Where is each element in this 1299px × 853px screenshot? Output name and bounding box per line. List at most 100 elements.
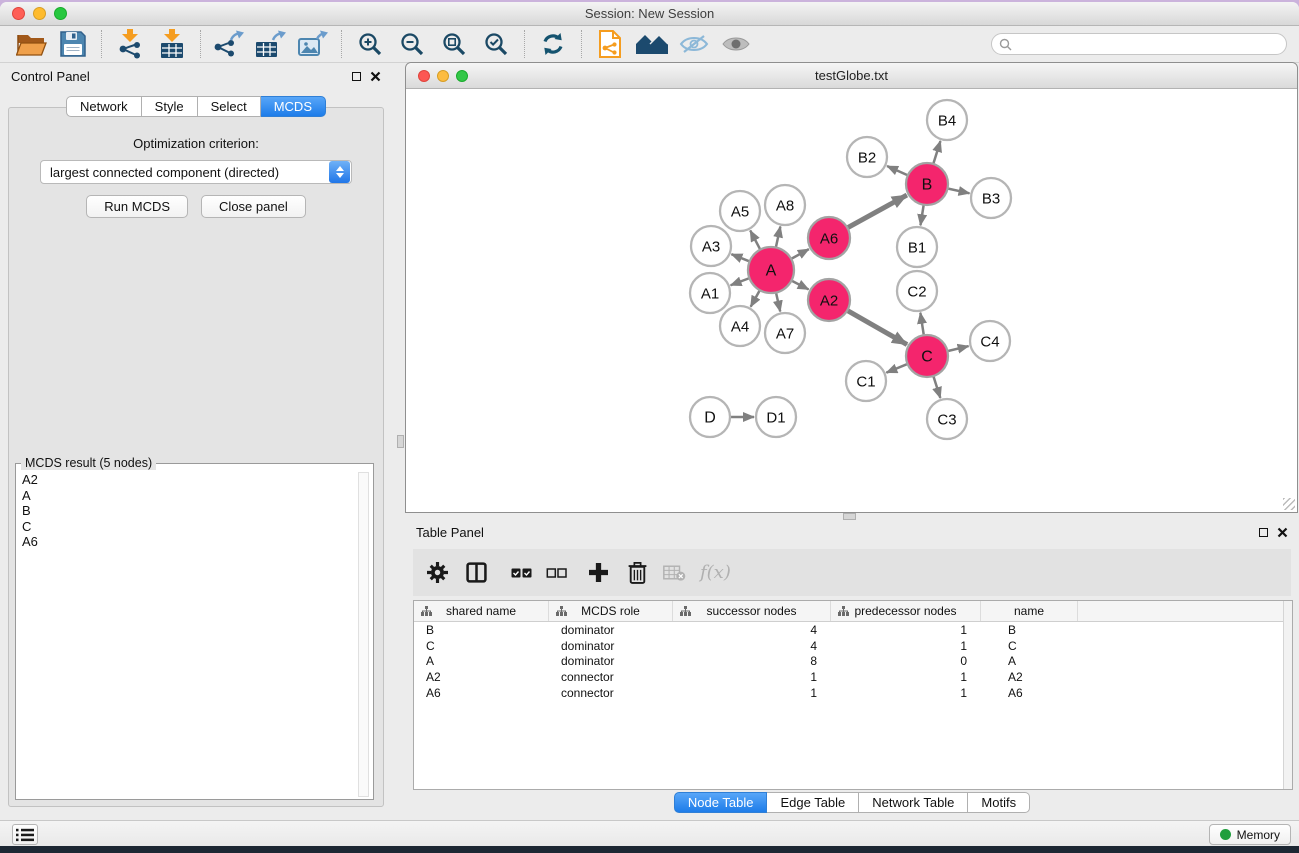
graph-edge-B-B1[interactable] [920,204,923,226]
table-settings-button[interactable] [427,562,448,583]
mcds-result-item[interactable]: A [17,488,357,504]
table-scrollbar[interactable] [1283,601,1292,789]
function-builder-button[interactable]: f(x) [700,562,731,583]
save-session-button[interactable] [52,28,94,60]
task-history-button[interactable] [12,824,38,845]
export-network-button[interactable] [208,28,250,60]
network-document-button[interactable] [589,28,631,60]
window-resize-grip[interactable] [1283,498,1295,510]
column-header-MCDS-role[interactable]: MCDS role [549,601,673,621]
delete-column-button[interactable] [628,561,647,584]
graph-edge-A-A8[interactable] [776,227,781,249]
graph-edge-A-A7[interactable] [776,291,780,311]
export-image-button[interactable] [292,28,334,60]
import-table-button[interactable] [151,28,193,60]
zoom-selected-button[interactable] [475,28,517,60]
tab-motifs[interactable]: Motifs [968,792,1030,813]
hide-graphics-details-button[interactable] [673,28,715,60]
graph-edge-C-C1[interactable] [886,364,908,373]
close-window-button[interactable] [12,7,25,20]
optimization-criterion-dropdown[interactable]: largest connected component (directed) [40,160,352,184]
tab-network-table[interactable]: Network Table [859,792,968,813]
zoom-fit-button[interactable] [433,28,475,60]
graph-edge-C-C3[interactable] [933,375,940,398]
close-view-button[interactable] [418,70,430,82]
zoom-view-button[interactable] [456,70,468,82]
show-columns-button[interactable] [466,562,487,583]
graph-edge-A6-B[interactable] [847,195,907,228]
zoom-selected-icon [483,31,509,57]
float-panel-icon[interactable] [1259,528,1268,537]
mcds-list-scrollbar[interactable] [358,472,369,797]
search-box[interactable] [991,33,1287,55]
graph-edge-B-B2[interactable] [887,166,909,176]
tab-network[interactable]: Network [66,96,142,117]
network-window-traffic-lights [418,70,468,82]
unselect-all-columns-button[interactable] [546,567,567,579]
close-panel-icon[interactable] [370,71,381,82]
graph-edge-A-A6[interactable] [790,249,809,259]
close-panel-icon[interactable] [1277,527,1288,538]
float-panel-icon[interactable] [352,72,361,81]
control-panel: Control Panel NetworkStyleSelectMCDS Opt… [0,62,392,809]
export-table-button[interactable] [250,28,292,60]
search-input[interactable] [1017,37,1279,51]
import-network-button[interactable] [109,28,151,60]
tab-edge-table[interactable]: Edge Table [767,792,859,813]
zoom-in-button[interactable] [349,28,391,60]
split-divider-grip[interactable] [397,435,404,448]
tab-style[interactable]: Style [142,96,198,117]
select-all-columns-button[interactable] [511,567,532,579]
desktop-edge [0,846,1299,853]
graph-edge-B-B4[interactable] [933,141,940,165]
refresh-button[interactable] [532,28,574,60]
graph-edge-A-A2[interactable] [791,280,809,289]
column-header-successor-nodes[interactable]: successor nodes [673,601,831,621]
mcds-result-item[interactable]: A6 [17,534,357,550]
zoom-out-button[interactable] [391,28,433,60]
minimize-window-button[interactable] [33,7,46,20]
graph-edge-A2-C[interactable] [846,310,907,345]
graph-edge-A-A1[interactable] [731,278,751,285]
table-row[interactable]: Bdominator41B [414,622,1292,638]
home-button[interactable] [631,28,673,60]
column-header-predecessor-nodes[interactable]: predecessor nodes [831,601,981,621]
mcds-result-group: MCDS result (5 nodes) A2ABCA6 [15,463,374,800]
network-canvas[interactable]: AA1A3A5A8A4A7A6A2BB1B2B3B4CC1C2C3C4DD1 [406,89,1297,512]
minimize-view-button[interactable] [437,70,449,82]
graph-edge-A-A4[interactable] [751,289,761,307]
open-session-button[interactable] [10,28,52,60]
status-bar: Memory [0,820,1299,846]
table-row[interactable]: Adominator80A [414,654,1292,670]
mcds-result-item[interactable]: B [17,503,357,519]
graph-edge-A-A5[interactable] [750,230,761,250]
close-panel-button[interactable]: Close panel [201,195,306,218]
memory-button[interactable]: Memory [1209,824,1291,845]
tab-mcds[interactable]: MCDS [261,96,326,117]
table-row[interactable]: Cdominator41C [414,638,1292,654]
checked-boxes-icon [511,567,532,579]
add-column-button[interactable] [589,563,608,582]
show-graphics-details-button[interactable] [715,28,757,60]
graph-edge-C-C2[interactable] [920,313,924,336]
unchecked-boxes-icon [546,567,567,579]
mcds-result-item[interactable]: C [17,519,357,535]
toolbar-separator [581,30,582,58]
table-row[interactable]: A6connector11A6 [414,685,1292,701]
graph-edge-C-C4[interactable] [946,346,968,351]
zoom-window-button[interactable] [54,7,67,20]
tab-select[interactable]: Select [198,96,261,117]
column-header-name[interactable]: name [981,601,1078,621]
graph-node-label: C3 [937,411,956,428]
mcds-result-item[interactable]: A2 [17,472,357,488]
delete-table-button[interactable] [663,564,686,581]
graph-edge-B-B3[interactable] [947,188,970,193]
table-cell: A [414,654,549,668]
table-cell: 1 [831,639,981,653]
tab-node-table[interactable]: Node Table [674,792,768,813]
run-mcds-button[interactable]: Run MCDS [86,195,188,218]
column-header-shared-name[interactable]: shared name [414,601,549,621]
search-icon [999,38,1012,51]
graph-edge-A-A3[interactable] [731,254,750,262]
table-row[interactable]: A2connector11A2 [414,669,1292,685]
